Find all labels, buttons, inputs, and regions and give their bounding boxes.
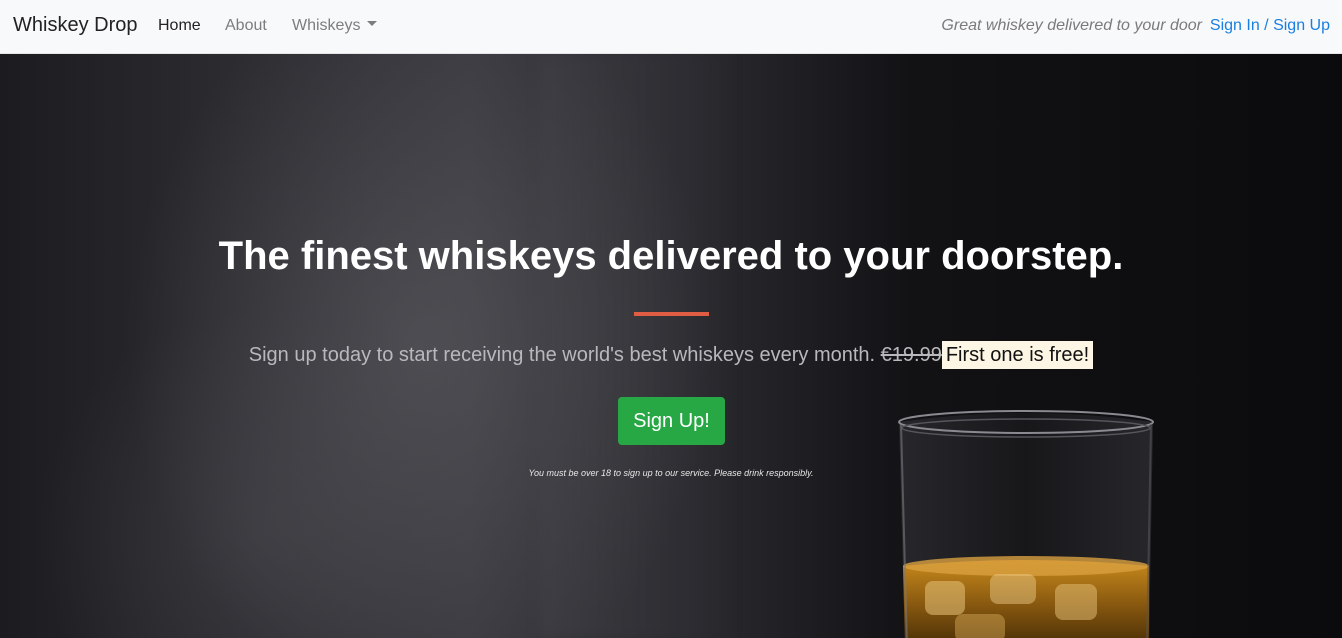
nav-home[interactable]: Home — [158, 17, 201, 35]
free-offer-badge: First one is free! — [941, 341, 1094, 369]
sign-up-button[interactable]: Sign Up! — [618, 397, 725, 445]
nav-about[interactable]: About — [225, 17, 267, 35]
headline-divider — [634, 312, 709, 316]
nav-whiskeys-dropdown[interactable]: Whiskeys — [292, 17, 378, 35]
subline-text: Sign up today to start receiving the wor… — [248, 344, 876, 366]
hero-subline: Sign up today to start receiving the wor… — [0, 341, 1342, 369]
sign-in-sign-up-link[interactable]: Sign In / Sign Up — [1210, 17, 1330, 35]
whiskey-glass-image — [898, 410, 1154, 638]
hero-headline: The finest whiskeys delivered to your do… — [218, 234, 1124, 278]
brand-logo[interactable]: Whiskey Drop — [13, 14, 137, 37]
hero-section: The finest whiskeys delivered to your do… — [0, 54, 1342, 638]
old-price: €19.99 — [880, 344, 942, 366]
chevron-down-icon — [367, 21, 378, 27]
age-disclaimer: You must be over 18 to sign up to our se… — [528, 468, 814, 478]
navbar-tagline: Great whiskey delivered to your door — [941, 17, 1202, 34]
nav-whiskeys-label: Whiskeys — [292, 17, 361, 34]
top-navbar: Whiskey Drop Home About Whiskeys Great w… — [0, 0, 1342, 54]
